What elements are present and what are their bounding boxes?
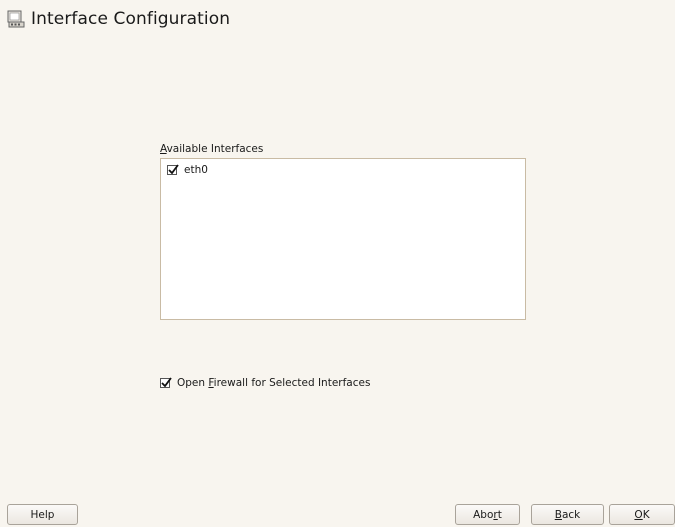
open-firewall-checkbox[interactable]: [160, 377, 172, 388]
checkmark-icon: [168, 164, 179, 175]
interface-name: eth0: [184, 164, 208, 176]
checkmark-icon: [161, 377, 172, 388]
interfaces-list[interactable]: eth0: [160, 158, 526, 320]
ok-button[interactable]: OK: [609, 504, 675, 525]
list-item[interactable]: eth0: [167, 164, 208, 176]
network-card-icon: [6, 9, 26, 29]
eth0-checkbox[interactable]: [167, 164, 179, 175]
page-title: Interface Configuration: [31, 9, 231, 29]
abort-button[interactable]: Abo r t: [455, 504, 520, 525]
back-button[interactable]: Back: [531, 504, 604, 525]
open-firewall-label: Open Firewall for Selected Interfaces: [177, 377, 371, 389]
available-interfaces-label: Available Interfaces: [160, 143, 264, 155]
open-firewall-option[interactable]: Open Firewall for Selected Interfaces: [160, 377, 370, 389]
page-header: Interface Configuration: [6, 7, 230, 31]
help-button[interactable]: Help: [7, 504, 78, 525]
